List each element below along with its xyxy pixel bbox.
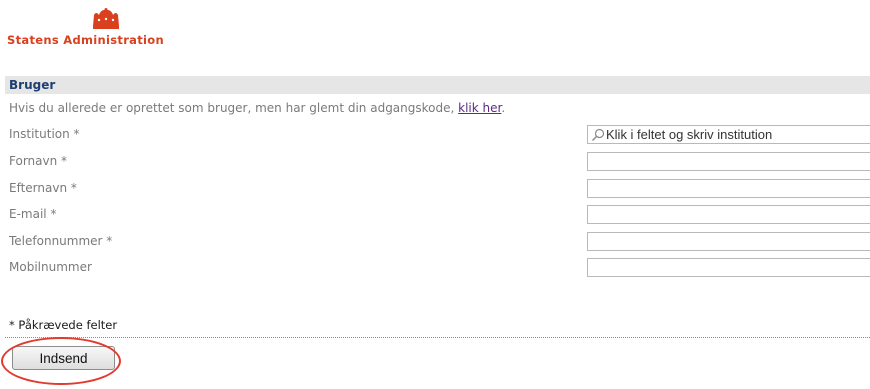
email-input[interactable] [588,206,870,223]
required-fields-note: * Påkrævede felter [9,318,118,332]
institution-input[interactable] [588,126,870,143]
divider [5,337,870,338]
email-field[interactable] [587,205,870,224]
submit-button[interactable]: Indsend [12,346,115,370]
help-text: Hvis du allerede er oprettet som bruger,… [9,101,459,115]
mobil-field[interactable] [587,258,870,277]
logo-text: Statens Administration [7,33,164,47]
section-header: Bruger [5,76,870,94]
efternavn-field[interactable] [587,179,870,198]
help-suffix: . [501,101,506,115]
site-logo[interactable]: Statens Administration [7,8,197,48]
fornavn-input[interactable] [588,153,870,170]
telefon-label: Telefonnummer * [9,234,113,248]
institution-label: Institution * [9,127,80,141]
institution-field[interactable] [587,125,870,144]
mobil-input[interactable] [588,259,870,276]
efternavn-input[interactable] [588,180,870,197]
forgot-password-text: Hvis du allerede er oprettet som bruger,… [9,101,505,115]
fornavn-label: Fornavn * [9,154,68,168]
efternavn-label: Efternavn * [9,181,77,195]
section-title: Bruger [9,78,56,92]
telefon-input[interactable] [588,233,870,250]
telefon-field[interactable] [587,232,870,251]
forgot-password-link[interactable]: klik her [458,101,501,115]
email-label: E-mail * [9,207,57,221]
mobil-label: Mobilnummer [9,260,92,274]
crown-icon [93,8,119,29]
fornavn-field[interactable] [587,152,870,171]
